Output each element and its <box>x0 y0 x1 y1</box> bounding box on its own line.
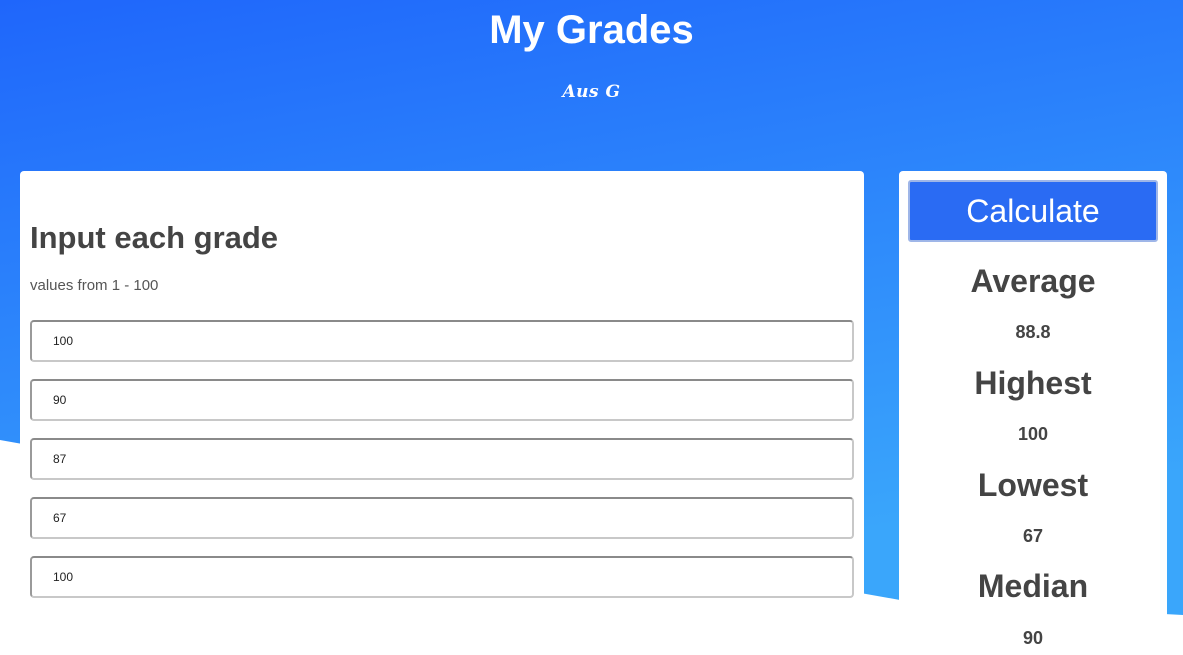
highest-value: 100 <box>1017 424 1049 444</box>
input-panel-hint: values from 1 - 100 <box>30 277 159 294</box>
grade-input-3[interactable] <box>30 438 854 480</box>
app-title: My Grades <box>489 8 694 52</box>
lowest-value: 67 <box>1022 526 1044 546</box>
grade-input-1[interactable] <box>30 320 854 362</box>
average-label: Average <box>970 263 1096 299</box>
input-panel-heading: Input each grade <box>30 220 279 255</box>
median-label: Median <box>977 568 1089 604</box>
lowest-label: Lowest <box>977 467 1089 503</box>
author-name: Aus G <box>562 82 621 102</box>
grade-input-5[interactable] <box>30 556 854 598</box>
page: My Grades Aus G Input each grade values … <box>0 0 1183 655</box>
results-panel: Calculate Average 88.8 Highest 100 Lowes… <box>899 171 1167 655</box>
grade-input-4[interactable] <box>30 497 854 539</box>
highest-label: Highest <box>974 365 1092 401</box>
grade-input-panel: Input each grade values from 1 - 100 <box>20 171 864 655</box>
grade-input-2[interactable] <box>30 379 854 421</box>
average-value: 88.8 <box>1015 322 1051 342</box>
median-value: 90 <box>1022 628 1044 648</box>
calculate-button[interactable]: Calculate <box>908 180 1158 242</box>
